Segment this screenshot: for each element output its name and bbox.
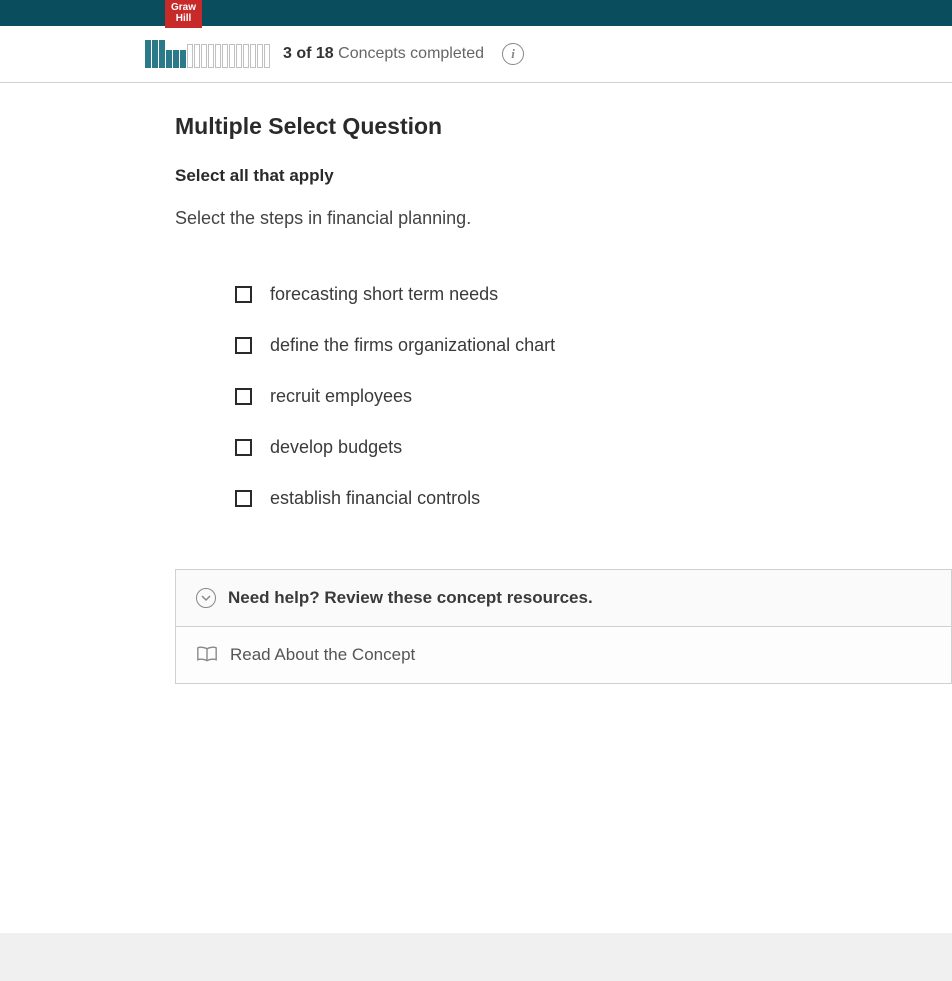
option-item[interactable]: recruit employees [235,386,952,407]
progress-section: 3 of 18 Concepts completed i [0,26,952,83]
progress-segment [222,44,228,68]
option-item[interactable]: define the firms organizational chart [235,335,952,356]
progress-segment [243,44,249,68]
question-type-heading: Multiple Select Question [175,113,952,140]
option-label: forecasting short term needs [270,284,498,305]
resource-label: Read About the Concept [230,645,415,665]
option-label: develop budgets [270,437,402,458]
progress-segment [229,44,235,68]
brand-line2: Hill [171,13,196,24]
progress-segment [187,44,193,68]
top-nav-bar: Graw Hill [0,0,952,26]
help-section: Need help? Review these concept resource… [175,569,952,684]
progress-segment [201,44,207,68]
question-instruction: Select all that apply [175,166,952,186]
info-icon[interactable]: i [502,43,524,65]
brand-logo: Graw Hill [165,0,202,28]
progress-text: 3 of 18 Concepts completed [283,45,484,63]
checkbox-icon[interactable] [235,286,252,303]
progress-segment [180,50,186,68]
option-label: define the firms organizational chart [270,335,555,356]
checkbox-icon[interactable] [235,388,252,405]
progress-count: 3 of 18 [283,45,334,62]
progress-segment [264,44,270,68]
checkbox-icon[interactable] [235,490,252,507]
option-label: recruit employees [270,386,412,407]
progress-label: Concepts completed [334,45,484,62]
question-prompt: Select the steps in financial planning. [175,208,952,229]
progress-segment [236,44,242,68]
options-list: forecasting short term needs define the … [175,284,952,509]
progress-segment [145,40,151,68]
progress-segment [257,44,263,68]
resource-link[interactable]: Read About the Concept [176,627,951,683]
help-header-text: Need help? Review these concept resource… [228,588,593,608]
progress-segment [208,44,214,68]
help-header[interactable]: Need help? Review these concept resource… [176,570,951,627]
brand-line1: Graw [171,2,196,13]
option-item[interactable]: forecasting short term needs [235,284,952,305]
progress-segment [215,44,221,68]
progress-segment [159,40,165,68]
progress-indicator [145,40,271,68]
progress-segment [173,50,179,68]
progress-segment [166,50,172,68]
progress-segment [152,40,158,68]
option-item[interactable]: develop budgets [235,437,952,458]
progress-segment [250,44,256,68]
checkbox-icon[interactable] [235,439,252,456]
progress-segment [194,44,200,68]
checkbox-icon[interactable] [235,337,252,354]
option-item[interactable]: establish financial controls [235,488,952,509]
chevron-down-icon [196,588,216,608]
book-icon [196,646,218,664]
option-label: establish financial controls [270,488,480,509]
question-content: Multiple Select Question Select all that… [0,83,952,933]
